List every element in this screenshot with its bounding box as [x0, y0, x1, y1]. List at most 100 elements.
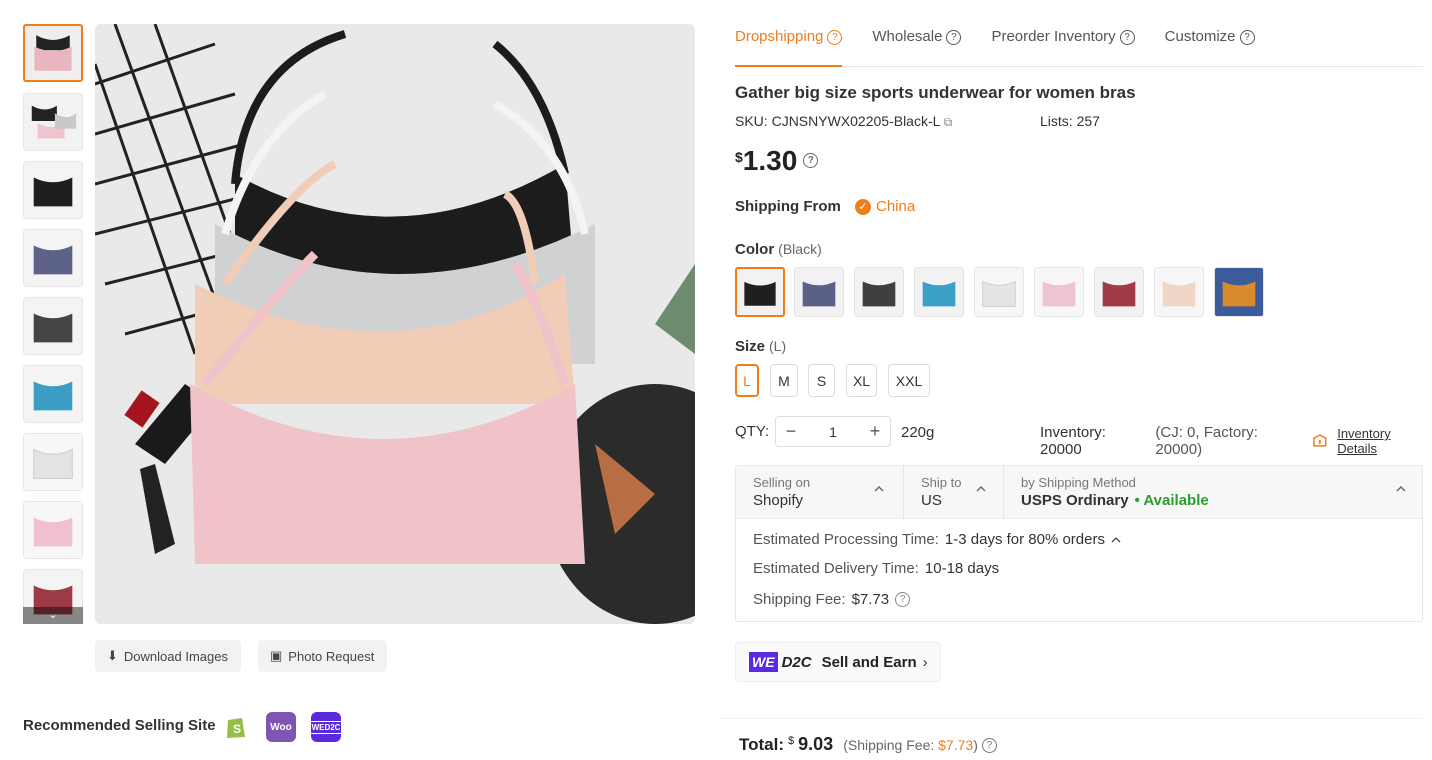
shipping-selectors: Selling on Shopify Ship to US by Shippin…: [736, 466, 1422, 519]
thumbnail-8[interactable]: [23, 501, 83, 559]
ship-to-dropdown[interactable]: Ship to US: [903, 466, 1003, 519]
color-swatch-charcoal[interactable]: [854, 267, 904, 317]
availability-status: • Available: [1134, 492, 1209, 509]
warehouse-icon: [1312, 434, 1326, 447]
qty-label: QTY:: [735, 423, 770, 440]
thumbnail-3[interactable]: [23, 161, 83, 219]
minus-button[interactable]: −: [776, 421, 806, 442]
shipping-method-dropdown[interactable]: by Shipping Method USPS Ordinary • Availa…: [1003, 466, 1422, 519]
chevron-up-icon: [976, 486, 986, 492]
shipping-method-label: by Shipping Method: [1021, 475, 1136, 490]
shipping-from-china-option[interactable]: ✓ China: [855, 198, 915, 215]
main-product-image[interactable]: [95, 24, 695, 624]
video-icon: ▣: [270, 648, 283, 663]
color-swatch-wine[interactable]: [1094, 267, 1144, 317]
plus-button[interactable]: +: [860, 421, 890, 442]
download-images-button[interactable]: ⬇ Download Images: [95, 640, 241, 672]
shipping-panel: Selling on Shopify Ship to US by Shippin…: [735, 465, 1423, 622]
woocommerce-icon[interactable]: Woo: [266, 712, 296, 742]
thumbnail-4[interactable]: [23, 229, 83, 287]
thumbnail-5[interactable]: [23, 297, 83, 355]
processing-time-value: 1-3 days for 80% orders: [944, 531, 1105, 548]
color-selected-value: (Black): [778, 241, 822, 257]
size-label-text: Size: [735, 338, 766, 355]
thumbnail-strip: ⌄: [23, 24, 83, 624]
product-title: Gather big size sports underwear for wom…: [735, 83, 1136, 102]
color-swatch-orange[interactable]: [1214, 267, 1264, 317]
inventory-details-link[interactable]: Inventory Details: [1337, 426, 1432, 456]
thumbnail-2[interactable]: [23, 93, 83, 151]
copy-icon[interactable]: ⧉: [944, 115, 953, 129]
color-swatch-beige[interactable]: [1154, 267, 1204, 317]
thumbnail-image: [25, 26, 81, 80]
size-option-l[interactable]: L: [735, 364, 759, 397]
color-swatch-navy[interactable]: [794, 267, 844, 317]
color-swatch-white[interactable]: [974, 267, 1024, 317]
delivery-time-value: 10-18 days: [924, 560, 1000, 577]
lists-count: Lists: 257: [1040, 113, 1100, 129]
sell-and-earn-label: Sell and Earn: [821, 653, 917, 671]
inventory-breakdown: (CJ: 0, Factory: 20000): [1155, 424, 1258, 458]
total-amount: 9.03: [798, 734, 834, 754]
help-icon[interactable]: ?: [827, 30, 843, 45]
photo-request-button[interactable]: ▣ Photo Request: [258, 640, 387, 672]
shopify-icon[interactable]: S: [221, 712, 251, 742]
color-swatch-pink[interactable]: [1034, 267, 1084, 317]
total-currency: $: [788, 735, 795, 747]
help-icon[interactable]: ?: [946, 30, 962, 45]
chevron-up-icon: [874, 486, 884, 492]
selling-on-value: Shopify: [753, 492, 804, 509]
swatch-image: [975, 268, 1023, 316]
selling-on-dropdown[interactable]: Selling on Shopify: [736, 466, 903, 519]
chevron-up-icon: [1396, 486, 1406, 492]
shipping-fee-label: Shipping Fee:: [753, 591, 846, 608]
total-label: Total:: [739, 735, 785, 754]
fee-prefix: (Shipping Fee:: [843, 737, 939, 753]
color-swatch-black[interactable]: [735, 267, 785, 317]
help-icon[interactable]: ?: [803, 153, 819, 168]
lists-value: 257: [1076, 113, 1100, 129]
help-icon[interactable]: ?: [1119, 30, 1135, 45]
thumbnail-1[interactable]: [23, 24, 83, 82]
tab-wholesale[interactable]: Wholesale ?: [872, 24, 962, 67]
size-option-m[interactable]: M: [770, 364, 798, 397]
swatch-image: [1215, 268, 1263, 316]
swatch-image: [855, 268, 903, 316]
shipping-fee-value: $7.73: [851, 591, 890, 608]
delivery-time-label: Estimated Delivery Time:: [753, 560, 919, 577]
chevron-up-icon[interactable]: [1111, 535, 1121, 545]
product-photo: [95, 24, 695, 624]
wed2c-icon[interactable]: WED2C: [309, 712, 343, 742]
help-icon[interactable]: ?: [981, 738, 997, 753]
swatch-image: [737, 269, 783, 315]
tab-customize[interactable]: Customize ?: [1165, 24, 1255, 67]
help-icon[interactable]: ?: [895, 592, 911, 607]
thumbnail-7[interactable]: [23, 433, 83, 491]
quantity-stepper: − +: [775, 416, 891, 447]
svg-text:S: S: [233, 722, 241, 736]
swatch-image: [1035, 268, 1083, 316]
swatch-image: [915, 268, 963, 316]
size-option-xl[interactable]: XL: [846, 364, 877, 397]
size-option-xxl[interactable]: XXL: [888, 364, 930, 397]
ship-to-value: US: [921, 492, 942, 509]
fee-value: $7.73: [938, 737, 974, 753]
sell-and-earn-button[interactable]: WE D2C Sell and Earn ›: [735, 642, 941, 682]
size-selected-value: (L): [769, 338, 787, 354]
quantity-input[interactable]: [806, 423, 860, 440]
help-icon[interactable]: ?: [1239, 30, 1255, 45]
thumbnail-6[interactable]: [23, 365, 83, 423]
chevron-down-icon[interactable]: ⌄: [23, 607, 83, 624]
product-price: $ 1.30 ?: [735, 145, 819, 177]
tab-preorder-inventory[interactable]: Preorder Inventory ?: [991, 24, 1135, 67]
swatch-image: [795, 268, 843, 316]
lists-label: Lists:: [1040, 113, 1073, 129]
thumbnail-image: [24, 502, 82, 558]
thumbnail-image: [24, 230, 82, 286]
tab-dropshipping[interactable]: Dropshipping ?: [735, 24, 843, 67]
color-swatch-blue[interactable]: [914, 267, 964, 317]
inventory-info: Inventory: 20000 (CJ: 0, Factory: 20000)…: [1040, 424, 1432, 458]
color-label-text: Color: [735, 241, 775, 258]
size-option-s[interactable]: S: [808, 364, 835, 397]
currency-symbol: $: [735, 149, 743, 165]
